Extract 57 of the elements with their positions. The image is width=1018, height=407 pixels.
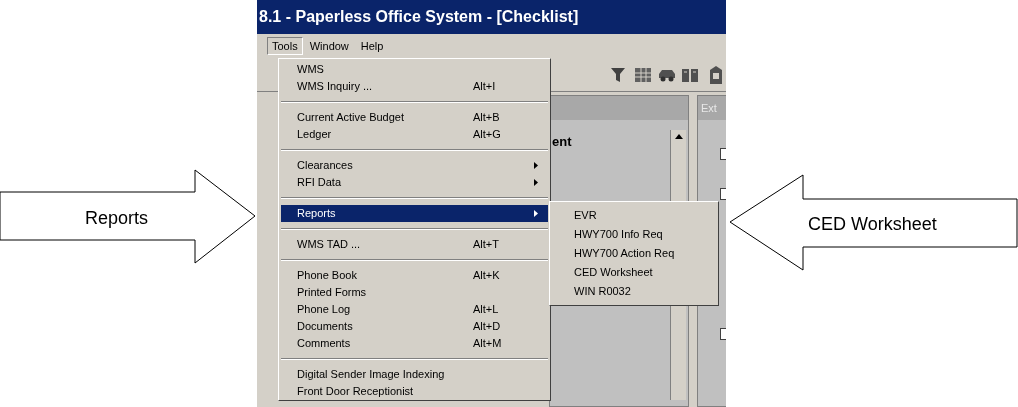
menu-item[interactable]: Ledger Alt+G — [281, 126, 548, 143]
submenu-item[interactable]: HWY700 Info Req — [550, 225, 718, 244]
submenu-item[interactable]: EVR — [550, 206, 718, 225]
menu-item-label: WMS TAD ... — [297, 237, 362, 253]
panel-title: Ext — [701, 100, 717, 116]
shortcut-text: Alt+D — [473, 319, 501, 335]
shortcut-text: Alt+B — [473, 110, 500, 126]
menu-item[interactable]: Documents Alt+D — [281, 318, 548, 335]
building-icon[interactable] — [708, 65, 724, 85]
submenu-item[interactable]: CED Worksheet — [550, 263, 718, 282]
menu-item[interactable]: Front Door Receptionist — [281, 383, 548, 400]
book-icon[interactable] — [681, 66, 699, 84]
menu-item[interactable]: Phone Book Alt+K — [281, 267, 548, 284]
menu-item[interactable]: Digital Sender Image Indexing — [281, 366, 548, 383]
menu-item[interactable]: Printed Forms — [281, 284, 548, 301]
menu-item[interactable]: Comments Alt+M — [281, 335, 548, 352]
menu-item-label: RFI Data — [297, 175, 342, 191]
menu-item[interactable]: WMS TAD ... Alt+T — [281, 236, 548, 253]
menu-item-label: Documents — [297, 319, 354, 335]
funnel-icon[interactable] — [610, 66, 626, 84]
menu-item[interactable]: Clearances — [281, 157, 548, 174]
menu-item[interactable]: RFI Data — [281, 174, 548, 191]
menu-item-label: WMS — [297, 62, 325, 78]
submenu-item[interactable]: WIN R0032 — [550, 282, 718, 301]
menu-item-label: Front Door Receptionist — [297, 384, 415, 400]
submenu-item[interactable]: HWY700 Action Req — [550, 244, 718, 263]
menu-item[interactable]: Phone Log Alt+L — [281, 301, 548, 318]
menu-item[interactable]: WMS Inquiry ... Alt+I — [281, 78, 548, 95]
menu-item-label: Clearances — [297, 158, 354, 174]
shortcut-text: Alt+K — [473, 268, 500, 284]
callout-label: CED Worksheet — [808, 213, 937, 236]
menu-bar-item[interactable]: Help — [355, 36, 389, 56]
menu-bar-item[interactable]: Tools — [267, 36, 303, 56]
menu-item[interactable]: WMS — [281, 61, 548, 78]
shortcut-text: Alt+I — [473, 79, 496, 95]
menu-item-label: Current Active Budget — [297, 110, 405, 126]
callout-label: Reports — [85, 207, 149, 230]
shortcut-text: Alt+T — [473, 237, 499, 253]
menu-item-label: Printed Forms — [297, 285, 368, 301]
menu-item-label: Phone Book — [297, 268, 358, 284]
menu-item-label: Digital Sender Image Indexing — [297, 367, 446, 383]
menu-item-label: WMS Inquiry ... — [297, 79, 374, 95]
menu-item-label: Phone Log — [297, 302, 352, 318]
window-title: 8.1 - Paperless Office System - [Checklist] — [259, 7, 579, 27]
menu-bar-item[interactable]: Window — [304, 36, 354, 56]
menu-item[interactable]: Current Active Budget Alt+B — [281, 109, 548, 126]
grid-icon[interactable] — [634, 66, 652, 84]
heading-text: ent — [552, 133, 572, 151]
scroll-up-arrow-icon[interactable] — [675, 134, 683, 139]
shortcut-text: Alt+G — [473, 127, 501, 143]
shortcut-text: Alt+M — [473, 336, 502, 352]
menu-item[interactable]: Reports — [281, 205, 548, 222]
shortcut-text: Alt+L — [473, 302, 499, 318]
car-icon[interactable] — [657, 67, 677, 83]
menu-item-label: Ledger — [297, 127, 333, 143]
menu-item-label: Reports — [297, 206, 337, 222]
menu-item-label: Comments — [297, 336, 352, 352]
